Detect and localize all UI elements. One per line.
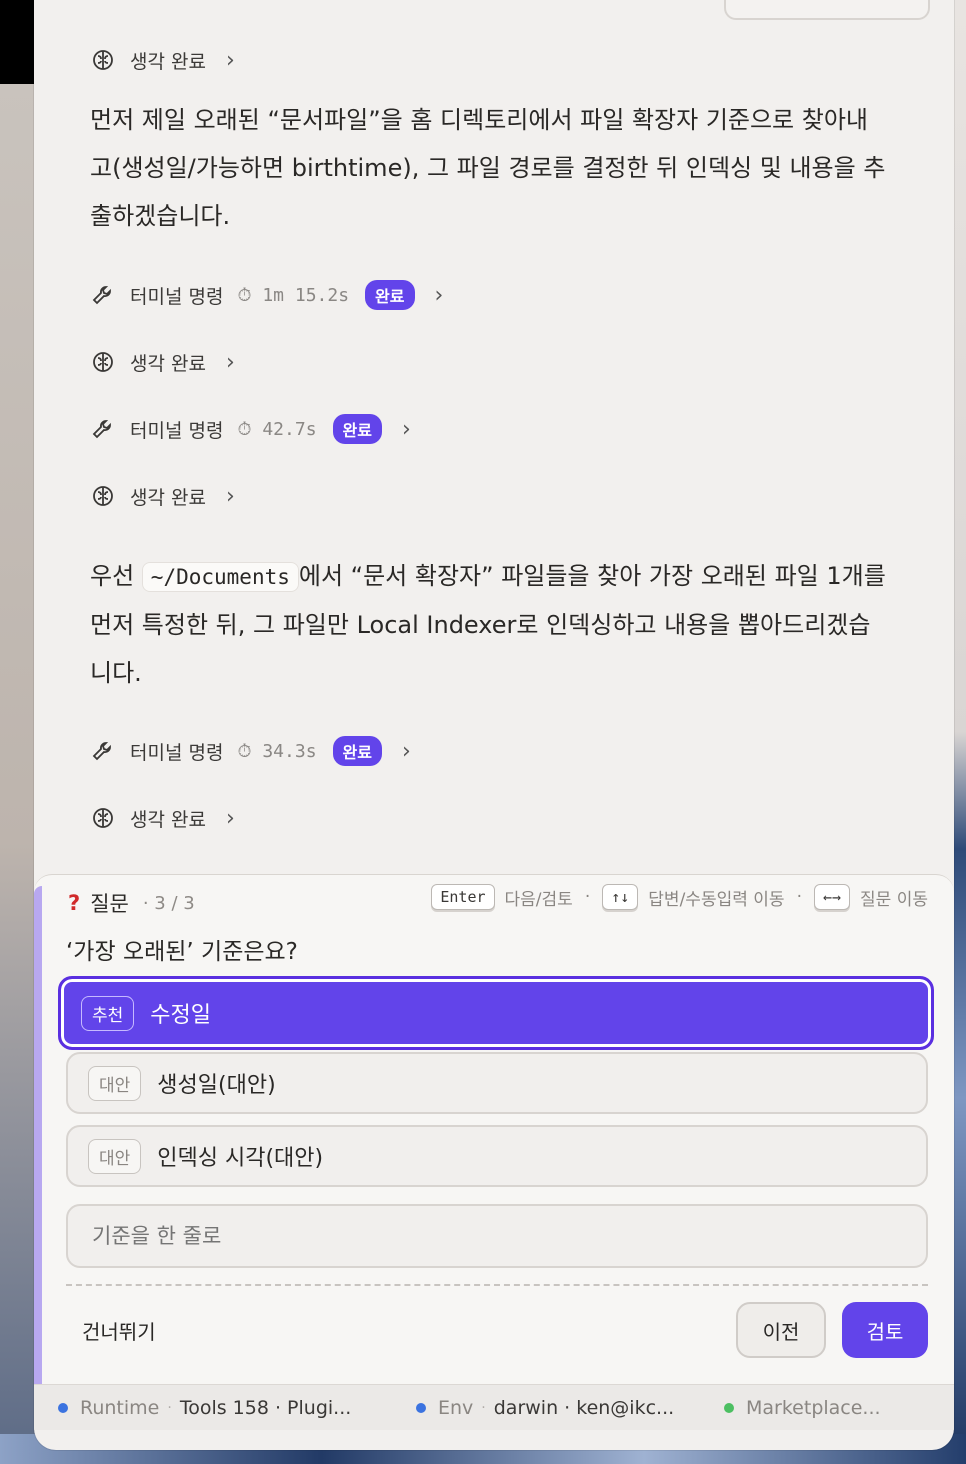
skip-button[interactable]: 건너뛰기 (82, 1316, 156, 1345)
panel-accent-bar (34, 886, 42, 1404)
divider (66, 1284, 928, 1286)
runtime-status[interactable]: Runtime · Tools 158 · Plugi... (58, 1397, 351, 1419)
assistant-message: 우선 ~/Documents 에서 “문서 확장자” 파일들을 찾아 가장 오래된… (90, 552, 890, 697)
question-header: ? 질문 · 3 / 3 (68, 888, 195, 918)
chevron-right-icon: › (225, 805, 235, 831)
thought-label: 생각 완료 (130, 808, 206, 831)
chevron-right-icon: › (225, 349, 235, 375)
terminal-step[interactable]: 터미널 명령 ⏱ 1m 15.2s 완료 › (90, 280, 443, 310)
message-box-edge (724, 0, 930, 20)
question-count: · 3 / 3 (142, 892, 195, 914)
question-label: 질문 (90, 892, 129, 916)
option-alternative[interactable]: 대안 인덱싱 시각(대안) (66, 1125, 928, 1187)
thought-label: 생각 완료 (130, 486, 206, 509)
custom-answer-input[interactable] (66, 1204, 928, 1268)
previous-button[interactable]: 이전 (736, 1302, 826, 1358)
left-right-key: ←→ (813, 884, 851, 910)
status-dot (724, 1402, 734, 1413)
runtime-label: Runtime (80, 1396, 160, 1419)
duration: ⏱ 1m 15.2s (237, 284, 350, 306)
thought-label: 생각 완료 (130, 50, 206, 73)
wrench-icon (90, 738, 116, 764)
marketplace-status[interactable]: Marketplace... (724, 1397, 881, 1419)
separator: · (584, 887, 591, 907)
brain-icon (90, 47, 116, 73)
terminal-label: 터미널 명령 (130, 419, 224, 442)
option-tag: 대안 (88, 1065, 142, 1101)
brain-icon (90, 805, 116, 831)
separator: · (167, 1399, 172, 1416)
chevron-right-icon: › (225, 483, 235, 509)
hint-text: 다음/검토 (504, 889, 573, 910)
chevron-right-icon: › (401, 738, 411, 764)
status-dot (58, 1402, 68, 1413)
option-text: 수정일 (150, 1003, 212, 1028)
status-bar: Runtime · Tools 158 · Plugi... Env · dar… (34, 1384, 954, 1430)
separator: · (481, 1399, 486, 1416)
marketplace-label: Marketplace... (746, 1396, 881, 1419)
option-recommended[interactable]: 추천 수정일 (58, 976, 934, 1050)
thought-step[interactable]: 생각 완료 › (90, 45, 235, 75)
wrench-icon (90, 416, 116, 442)
terminal-step[interactable]: 터미널 명령 ⏱ 34.3s 완료 › (90, 736, 411, 766)
terminal-step[interactable]: 터미널 명령 ⏱ 42.7s 완료 › (90, 414, 411, 444)
duration-value: 42.7s (262, 418, 317, 440)
thought-step[interactable]: 생각 완료 › (90, 803, 235, 833)
question-mark-icon: ? (68, 891, 81, 915)
status-dot (416, 1402, 426, 1413)
status-badge: 완료 (365, 280, 415, 310)
option-text: 인덱싱 시각(대안) (157, 1146, 324, 1171)
option-tag: 추천 (81, 995, 135, 1031)
duration: ⏱ 34.3s (237, 740, 317, 762)
question-title: ‘가장 오래된’ 기준은요? (66, 939, 298, 965)
thought-step[interactable]: 생각 완료 › (90, 347, 235, 377)
brain-icon (90, 483, 116, 509)
separator: · (796, 887, 802, 907)
duration-value: 1m 15.2s (262, 284, 350, 306)
status-badge: 완료 (332, 736, 382, 766)
wrench-icon (90, 282, 116, 308)
hint-text: 질문 이동 (860, 889, 928, 910)
option-tag: 대안 (88, 1138, 142, 1174)
chevron-right-icon: › (434, 282, 444, 308)
option-alternative[interactable]: 대안 생성일(대안) (66, 1052, 928, 1114)
runtime-value: Tools 158 · Plugi... (179, 1396, 352, 1419)
up-down-key: ↑↓ (602, 884, 639, 910)
option-text: 생성일(대안) (157, 1073, 276, 1098)
terminal-label: 터미널 명령 (130, 285, 224, 308)
keyboard-hints: Enter 다음/검토 · ↑↓ 답변/수동입력 이동 · ←→ 질문 이동 (431, 884, 928, 910)
env-status[interactable]: Env · darwin · ken@ikc... (416, 1397, 674, 1419)
status-badge: 완료 (332, 414, 382, 444)
chevron-right-icon: › (225, 47, 235, 73)
env-label: Env (438, 1396, 474, 1419)
inline-code: ~/Documents (141, 562, 299, 592)
env-value: darwin · ken@ikc... (493, 1396, 675, 1419)
thought-step[interactable]: 생각 완료 › (90, 481, 235, 511)
hint-text: 답변/수동입력 이동 (648, 889, 785, 910)
brain-icon (90, 349, 116, 375)
chevron-right-icon: › (401, 416, 411, 442)
thought-label: 생각 완료 (130, 352, 206, 375)
enter-key: Enter (431, 884, 495, 910)
terminal-label: 터미널 명령 (130, 741, 224, 764)
assistant-message: 먼저 제일 오래된 “문서파일”을 홈 디렉토리에서 파일 확장자 기준으로 찾… (90, 106, 886, 230)
duration-value: 34.3s (262, 740, 317, 762)
review-button[interactable]: 검토 (842, 1302, 928, 1358)
app-window: 생각 완료 › 먼저 제일 오래된 “문서파일”을 홈 디렉토리에서 파일 확장… (34, 0, 954, 1450)
duration: ⏱ 42.7s (237, 418, 317, 440)
message-text: 우선 (90, 562, 142, 590)
